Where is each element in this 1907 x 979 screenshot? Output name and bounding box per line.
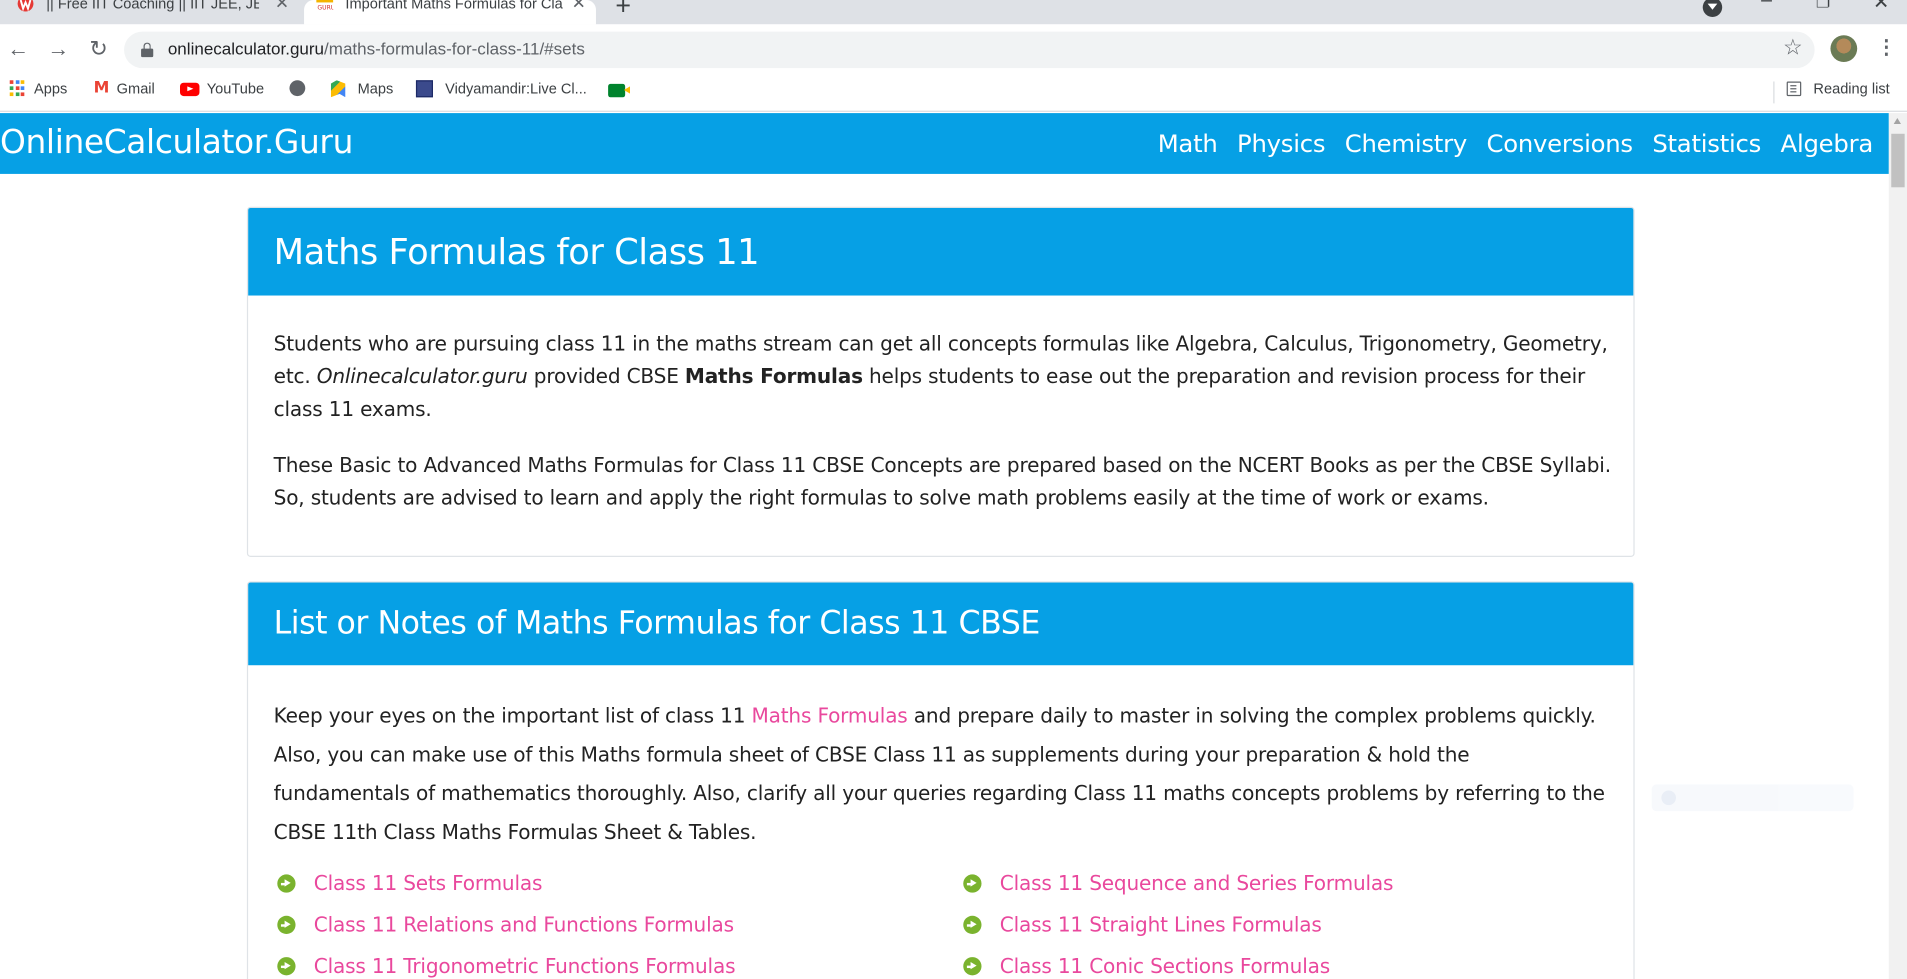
bookmark-gmail[interactable]: M Gmail [93, 79, 155, 98]
widget-icon [1661, 790, 1676, 806]
site-brand-logo[interactable]: OnlineCalculator.Guru [0, 124, 353, 162]
tab-iit-coaching[interactable]: || Free IIT Coaching || IIT JEE, JEE M ✕ [0, 0, 299, 24]
page-scrollbar[interactable] [1888, 113, 1907, 979]
site-header: OnlineCalculator.Guru Math Physics Chemi… [0, 113, 1889, 174]
gmail-icon: M [93, 79, 110, 98]
site-nav: Math Physics Chemistry Conversions Stati… [1158, 129, 1874, 158]
browser-toolbar: ← → ↻ onlinecalculator.guru/maths-formul… [0, 24, 1907, 73]
nav-physics[interactable]: Physics [1237, 129, 1326, 158]
faded-floating-widget[interactable] [1651, 784, 1854, 812]
arrow-circle-icon [963, 915, 982, 935]
profile-avatar[interactable] [1830, 35, 1858, 63]
window-close-icon[interactable]: ✕ [1873, 0, 1889, 15]
reading-list-icon [1786, 81, 1802, 97]
nav-algebra[interactable]: Algebra [1781, 129, 1874, 158]
link-sequence-series-formulas[interactable]: Class 11 Sequence and Series Formulas [963, 872, 1393, 895]
arrow-circle-icon [277, 957, 296, 976]
bookmark-apps[interactable]: Apps [9, 80, 68, 98]
arrow-circle-icon [277, 915, 296, 935]
guru-favicon-icon: GURU [316, 0, 334, 13]
scroll-up-arrow-icon[interactable] [1893, 117, 1901, 125]
nav-conversions[interactable]: Conversions [1486, 129, 1633, 158]
menu-kebab-icon[interactable]: ⋮ [1877, 35, 1896, 59]
bookmark-label: Vidyamandir:Live Cl... [445, 80, 587, 98]
bookmark-star-icon[interactable]: ☆ [1783, 35, 1803, 61]
url-text[interactable]: onlinecalculator.guru/maths-formulas-for… [168, 39, 585, 58]
nav-statistics[interactable]: Statistics [1652, 129, 1761, 158]
intro-card-title: Maths Formulas for Class 11 [248, 207, 1634, 296]
tab-search-icon[interactable] [1702, 0, 1723, 18]
forward-arrow-icon[interactable]: → [45, 35, 72, 62]
reading-list-button[interactable]: Reading list [1786, 80, 1890, 98]
bookmark-maps[interactable]: Maps [330, 80, 394, 98]
close-icon[interactable]: ✕ [275, 0, 289, 13]
formula-list-title: List or Notes of Maths Formulas for Clas… [248, 582, 1634, 666]
minimize-icon[interactable]: – [1761, 0, 1772, 12]
close-icon[interactable]: ✕ [572, 0, 586, 13]
youtube-icon [180, 82, 200, 96]
restore-icon[interactable]: ❐ [1816, 0, 1830, 12]
reload-icon[interactable]: ↻ [85, 35, 112, 62]
site-name-italic: Onlinecalculator.guru [316, 364, 528, 388]
new-tab-plus-icon[interactable]: + [615, 0, 631, 22]
intro-card: Maths Formulas for Class 11 Students who… [246, 206, 1635, 557]
link-relations-functions-formulas[interactable]: Class 11 Relations and Functions Formula… [277, 913, 734, 936]
vidyamandir-favicon-icon [17, 0, 34, 12]
link-conic-sections-formulas[interactable]: Class 11 Conic Sections Formulas [963, 955, 1330, 978]
arrow-circle-icon [963, 874, 982, 893]
bookmark-globe[interactable] [289, 80, 306, 97]
formula-list-paragraph: Keep your eyes on the important list of … [273, 704, 1605, 845]
lock-icon[interactable] [141, 42, 154, 58]
formula-list-card: List or Notes of Maths Formulas for Clas… [246, 581, 1635, 979]
intro-paragraph-1: Students who are pursuing class 11 in th… [273, 332, 1608, 421]
bookmark-label: Gmail [116, 80, 155, 98]
arrow-circle-icon [277, 874, 296, 893]
bookmark-label: Maps [357, 80, 394, 98]
address-bar[interactable]: onlinecalculator.guru/maths-formulas-for… [124, 31, 1815, 69]
tab-maths-formulas[interactable]: GURU Important Maths Formulas for Cla ✕ [304, 0, 596, 25]
reading-list-label: Reading list [1813, 80, 1890, 98]
bookmark-vidyamandir[interactable]: Vidyamandir:Live Cl... [415, 80, 587, 98]
vidyamandir-icon [415, 80, 433, 98]
bookmark-youtube[interactable]: YouTube [180, 80, 264, 97]
google-meet-icon [608, 83, 631, 98]
maps-icon [330, 80, 346, 98]
maths-formulas-bold: Maths Formulas [684, 364, 863, 388]
link-sets-formulas[interactable]: Class 11 Sets Formulas [277, 872, 542, 895]
svg-text:GURU: GURU [317, 5, 333, 12]
back-arrow-icon[interactable]: ← [5, 35, 32, 62]
tab-strip: || Free IIT Coaching || IIT JEE, JEE M ✕… [0, 0, 1907, 25]
globe-icon [289, 80, 306, 97]
scrollbar-thumb[interactable] [1891, 133, 1905, 188]
apps-grid-icon [9, 80, 27, 97]
bookmark-meet[interactable] [608, 83, 631, 98]
tab-title: || Free IIT Coaching || IIT JEE, JEE M [46, 0, 259, 13]
link-straight-lines-formulas[interactable]: Class 11 Straight Lines Formulas [963, 913, 1322, 936]
maths-formulas-link[interactable]: Maths Formulas [752, 704, 908, 727]
tab-title: Important Maths Formulas for Cla [345, 0, 563, 13]
link-trigonometric-functions-formulas[interactable]: Class 11 Trigonometric Functions Formula… [277, 955, 736, 978]
bookmarks-divider [1773, 81, 1775, 104]
nav-math[interactable]: Math [1158, 129, 1218, 158]
bookmark-label: YouTube [206, 80, 265, 98]
nav-chemistry[interactable]: Chemistry [1345, 129, 1467, 158]
browser-window: || Free IIT Coaching || IIT JEE, JEE M ✕… [0, 0, 1907, 979]
intro-paragraph-2: These Basic to Advanced Maths Formulas f… [273, 453, 1611, 510]
bookmark-label: Apps [34, 80, 68, 98]
arrow-circle-icon [963, 957, 982, 976]
bookmarks-bar: Apps M Gmail YouTube Maps Vidyamandir:Li… [0, 72, 1907, 112]
